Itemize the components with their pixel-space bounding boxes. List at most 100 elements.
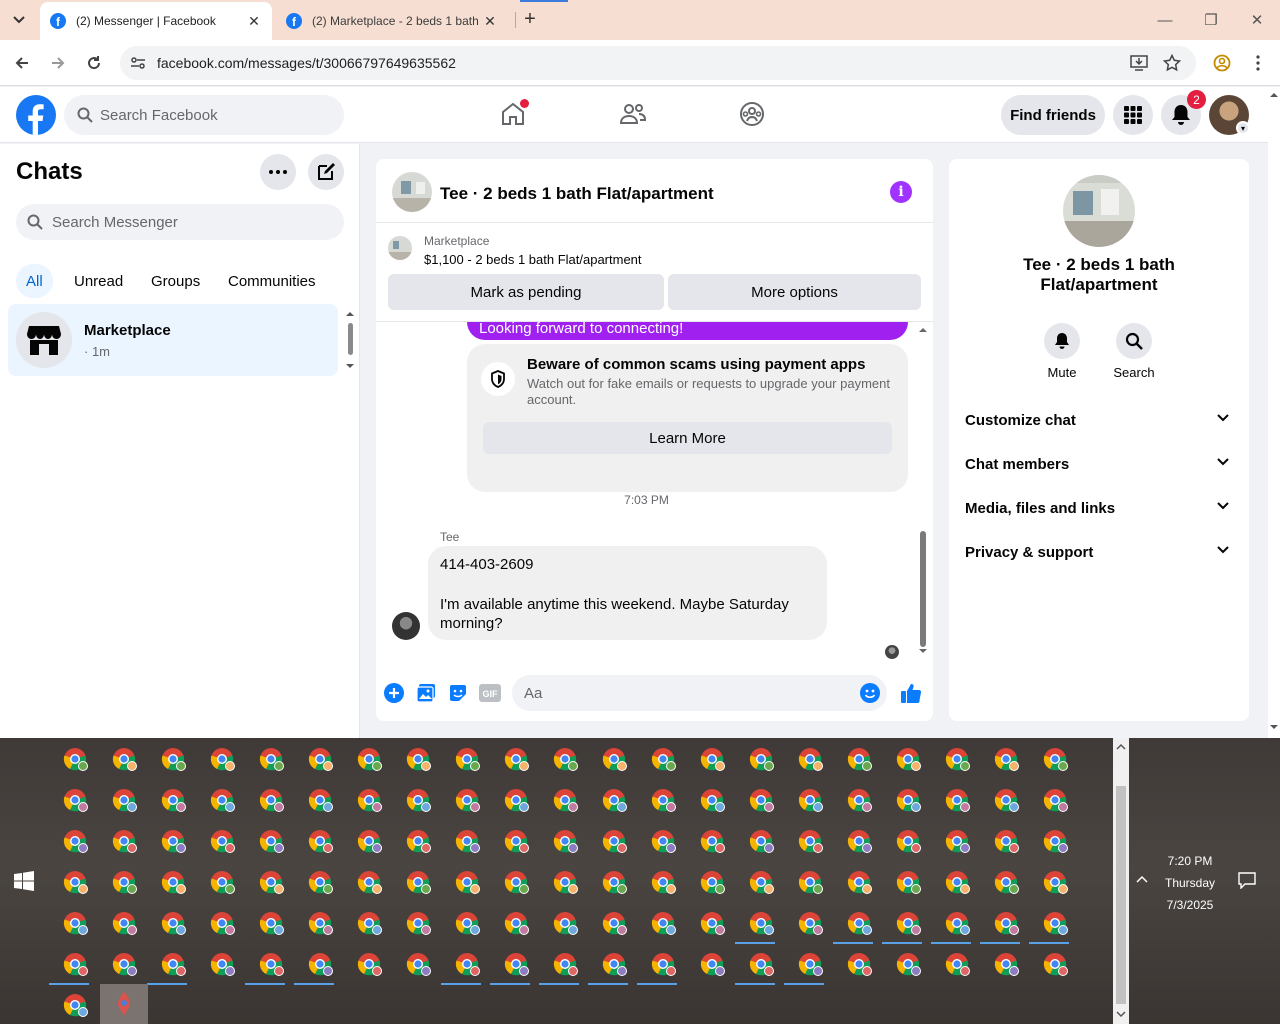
tab-search-button[interactable] xyxy=(6,8,32,32)
close-window-button[interactable]: ✕ xyxy=(1234,0,1280,40)
desktop-browser-shortcut-icon[interactable] xyxy=(307,828,333,854)
desktop-browser-shortcut-icon[interactable] xyxy=(209,787,235,813)
desktop-browser-shortcut-icon[interactable] xyxy=(441,951,481,985)
desktop-browser-shortcut-icon[interactable] xyxy=(356,951,382,977)
desktop-browser-shortcut-icon[interactable] xyxy=(846,746,872,772)
desktop-browser-shortcut-icon[interactable] xyxy=(699,910,725,936)
desktop-browser-shortcut-icon[interactable] xyxy=(944,787,970,813)
desktop-browser-shortcut-icon[interactable] xyxy=(160,787,186,813)
desktop-browser-shortcut-icon[interactable] xyxy=(454,828,480,854)
received-message-bubble[interactable]: 414-403-2609 I'm available anytime this … xyxy=(428,546,827,640)
desktop-browser-shortcut-icon[interactable] xyxy=(637,951,677,985)
new-message-button[interactable] xyxy=(308,154,344,190)
mute-button[interactable]: Mute xyxy=(1032,323,1092,380)
forward-button[interactable] xyxy=(45,50,71,76)
new-tab-button[interactable]: + xyxy=(518,8,542,32)
address-bar[interactable]: facebook.com/messages/t/3006679764963556… xyxy=(120,46,1196,80)
minimize-button[interactable]: — xyxy=(1142,0,1188,40)
desktop-browser-shortcut-icon[interactable] xyxy=(650,869,676,895)
tab-messenger[interactable]: f (2) Messenger | Facebook ✕ xyxy=(40,2,272,40)
desktop-browser-shortcut-icon[interactable] xyxy=(356,746,382,772)
desktop-browser-shortcut-icon[interactable] xyxy=(846,787,872,813)
desktop-browser-shortcut-icon[interactable] xyxy=(160,828,186,854)
desktop-browser-shortcut-icon[interactable] xyxy=(160,910,186,936)
reload-button[interactable] xyxy=(81,50,107,76)
desktop-browser-shortcut-icon[interactable] xyxy=(699,746,725,772)
conversation-info-button[interactable]: i xyxy=(890,181,912,203)
desktop-browser-shortcut-icon[interactable] xyxy=(356,787,382,813)
desktop-browser-shortcut-icon[interactable] xyxy=(62,746,88,772)
desktop-browser-shortcut-icon[interactable] xyxy=(454,787,480,813)
desktop-browser-shortcut-icon[interactable] xyxy=(797,910,823,936)
desktop-browser-shortcut-icon[interactable] xyxy=(209,910,235,936)
desktop-browser-shortcut-icon[interactable] xyxy=(993,828,1019,854)
desktop-browser-shortcut-icon[interactable] xyxy=(588,951,628,985)
desktop-browser-shortcut-icon[interactable] xyxy=(258,828,284,854)
desktop-browser-shortcut-icon[interactable] xyxy=(944,951,970,977)
desktop-browser-shortcut-icon[interactable] xyxy=(1042,746,1068,772)
desktop-browser-shortcut-icon[interactable] xyxy=(454,869,480,895)
facebook-search-input[interactable]: Search Facebook xyxy=(64,95,344,135)
desktop-browser-shortcut-icon[interactable] xyxy=(490,951,530,985)
desktop-browser-shortcut-icon[interactable] xyxy=(209,869,235,895)
mark-as-pending-button[interactable]: Mark as pending xyxy=(388,274,664,310)
back-button[interactable] xyxy=(9,50,35,76)
chat-item-marketplace[interactable]: Marketplace · 1m xyxy=(8,304,338,376)
desktop-browser-shortcut-icon[interactable] xyxy=(601,787,627,813)
desktop-browser-shortcut-icon[interactable] xyxy=(748,869,774,895)
desktop-browser-shortcut-icon[interactable] xyxy=(405,787,431,813)
desktop-browser-shortcut-icon[interactable] xyxy=(209,951,235,977)
like-button[interactable] xyxy=(899,681,923,705)
desktop-browser-shortcut-icon[interactable] xyxy=(601,746,627,772)
sent-message-bubble[interactable]: Looking forward to connecting! xyxy=(467,322,908,340)
desktop-browser-shortcut-icon[interactable] xyxy=(931,910,971,944)
sticker-button[interactable] xyxy=(446,681,470,705)
desktop-browser-shortcut-icon[interactable] xyxy=(895,869,921,895)
desktop-browser-shortcut-icon[interactable] xyxy=(895,828,921,854)
search-messenger-input[interactable]: Search Messenger xyxy=(16,204,344,240)
page-scrollbar[interactable] xyxy=(1268,87,1280,738)
search-in-chat-button[interactable]: Search xyxy=(1104,323,1164,380)
desktop-browser-shortcut-icon[interactable] xyxy=(650,828,676,854)
desktop-browser-shortcut-icon[interactable] xyxy=(294,951,334,985)
profile-button[interactable] xyxy=(1209,50,1235,76)
desktop-browser-shortcut-icon[interactable] xyxy=(748,787,774,813)
listing-thumbnail[interactable] xyxy=(392,172,432,212)
desktop-browser-shortcut-icon[interactable] xyxy=(503,787,529,813)
desktop-browser-shortcut-icon[interactable] xyxy=(160,746,186,772)
add-attachment-button[interactable] xyxy=(382,681,406,705)
thread-scrollbar[interactable] xyxy=(916,323,930,659)
privacy-support-section[interactable]: Privacy & support xyxy=(965,544,1233,568)
desktop-browser-shortcut-icon[interactable] xyxy=(846,869,872,895)
customize-chat-section[interactable]: Customize chat xyxy=(965,412,1233,436)
desktop-browser-shortcut-icon[interactable] xyxy=(601,910,627,936)
desktop-browser-shortcut-icon[interactable] xyxy=(307,869,333,895)
desktop-browser-shortcut-icon[interactable] xyxy=(650,910,676,936)
desktop-browser-shortcut-icon[interactable] xyxy=(405,951,431,977)
desktop-browser-shortcut-icon[interactable] xyxy=(356,910,382,936)
desktop-browser-shortcut-icon[interactable] xyxy=(405,869,431,895)
desktop-browser-shortcut-icon[interactable] xyxy=(356,828,382,854)
desktop-browser-shortcut-icon[interactable] xyxy=(49,951,89,985)
desktop-browser-shortcut-icon[interactable] xyxy=(307,746,333,772)
desktop-browser-shortcut-icon[interactable] xyxy=(944,746,970,772)
close-tab-icon[interactable]: ✕ xyxy=(482,13,498,30)
chat-members-section[interactable]: Chat members xyxy=(965,456,1233,480)
filter-all[interactable]: All xyxy=(16,264,53,298)
desktop-browser-shortcut-icon[interactable] xyxy=(258,910,284,936)
desktop-browser-shortcut-icon[interactable] xyxy=(895,787,921,813)
scrollbar-thumb[interactable] xyxy=(1116,786,1126,1004)
filter-unread[interactable]: Unread xyxy=(64,264,133,298)
desktop-browser-shortcut-icon[interactable] xyxy=(503,869,529,895)
desktop-browser-shortcut-icon[interactable] xyxy=(699,787,725,813)
desktop-browser-shortcut-icon[interactable] xyxy=(797,869,823,895)
desktop-browser-shortcut-icon[interactable] xyxy=(895,951,921,977)
media-files-links-section[interactable]: Media, files and links xyxy=(965,500,1233,524)
desktop-browser-shortcut-icon[interactable] xyxy=(552,910,578,936)
chat-list-scrollbar[interactable] xyxy=(344,308,356,372)
desktop-browser-shortcut-icon[interactable] xyxy=(209,828,235,854)
gif-button[interactable]: GIF xyxy=(478,681,502,705)
find-friends-button[interactable]: Find friends xyxy=(1001,95,1105,135)
desktop-browser-shortcut-icon[interactable] xyxy=(405,746,431,772)
close-tab-icon[interactable]: ✕ xyxy=(246,13,262,30)
